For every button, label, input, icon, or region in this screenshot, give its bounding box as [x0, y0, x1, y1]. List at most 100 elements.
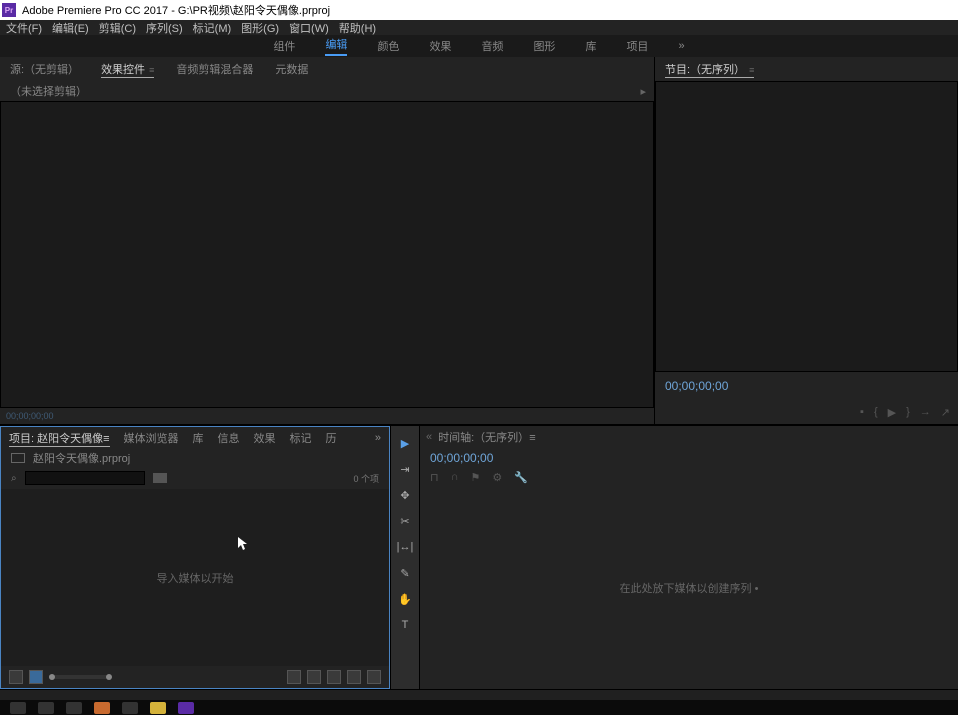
export-frame-button[interactable]: ↗ — [941, 406, 950, 419]
project-bin-body[interactable]: 导入媒体以开始 — [1, 489, 389, 666]
timeline-prev-icon[interactable]: « — [426, 431, 432, 443]
selection-tool[interactable]: ▶ — [396, 434, 414, 452]
project-tabs-more[interactable]: » — [375, 432, 381, 444]
close-icon[interactable]: ≡ — [749, 65, 754, 75]
program-tabs: 节目:（无序列）≡ — [655, 57, 958, 81]
tab-media-browser[interactable]: 媒体浏览器 — [124, 430, 179, 446]
import-placeholder: 导入媒体以开始 — [157, 570, 234, 586]
new-item-button[interactable] — [347, 670, 361, 684]
workspace-audio[interactable]: 音频 — [481, 38, 503, 54]
menu-marker[interactable]: 标记(M) — [193, 20, 232, 36]
workspace-bar: 组件 编辑 颜色 效果 音频 图形 库 项目 » — [0, 35, 958, 57]
workspace-more[interactable]: » — [678, 40, 684, 52]
timeline-body[interactable]: 在此处放下媒体以创建序列 • — [420, 486, 958, 689]
program-monitor[interactable] — [655, 81, 958, 372]
taskbar-icon[interactable] — [38, 702, 54, 714]
taskbar-icon[interactable] — [150, 702, 166, 714]
ripple-edit-tool[interactable]: ✥ — [396, 486, 414, 504]
workspace-project[interactable]: 项目 — [626, 38, 648, 54]
tab-info[interactable]: 信息 — [218, 430, 240, 446]
program-timecode[interactable]: 00;00;00;00 — [655, 372, 958, 400]
mark-in-button[interactable]: ▪ — [860, 406, 864, 418]
tab-history[interactable]: 历 — [326, 430, 337, 446]
project-panel: 项目: 赵阳令天偶像≡ 媒体浏览器 库 信息 效果 标记 历 » 赵阳令天偶像.… — [0, 426, 390, 689]
tab-effects[interactable]: 效果 — [254, 430, 276, 446]
menu-bar: 文件(F) 编辑(E) 剪辑(C) 序列(S) 标记(M) 图形(G) 窗口(W… — [0, 20, 958, 35]
mouse-cursor-icon — [238, 537, 248, 551]
menu-sequence[interactable]: 序列(S) — [146, 20, 183, 36]
find-button[interactable] — [307, 670, 321, 684]
mark-out-button[interactable]: → — [920, 406, 931, 418]
pen-tool[interactable]: ✎ — [396, 564, 414, 582]
tab-source[interactable]: 源:（无剪辑） — [10, 61, 79, 77]
auto-sequence-button[interactable] — [287, 670, 301, 684]
step-back-button[interactable]: { — [874, 406, 878, 418]
effect-controls-body[interactable] — [0, 101, 654, 408]
workspace-effects[interactable]: 效果 — [429, 38, 451, 54]
panel-menu-icon[interactable]: ▸ — [640, 85, 646, 98]
menu-graphics[interactable]: 图形(G) — [241, 20, 279, 36]
workspace-graphics[interactable]: 图形 — [533, 38, 555, 54]
step-forward-button[interactable]: } — [906, 406, 910, 418]
project-file-row: 赵阳令天偶像.prproj — [1, 449, 389, 467]
tab-library[interactable]: 库 — [193, 430, 204, 446]
icon-view-button[interactable] — [29, 670, 43, 684]
taskbar-icon[interactable] — [122, 702, 138, 714]
new-bin-button[interactable] — [327, 670, 341, 684]
timeline-panel: « 时间轴:（无序列）≡ 00;00;00;00 ⊓ ∩ ⚑ ⚙ 🔧 在此处放下… — [420, 426, 958, 689]
taskbar-icon[interactable] — [10, 702, 26, 714]
tab-metadata[interactable]: 元数据 — [275, 61, 308, 77]
bin-icon — [11, 453, 25, 463]
type-tool[interactable]: T — [396, 616, 414, 634]
play-button[interactable]: ▶ — [888, 406, 896, 419]
taskbar-icon[interactable] — [178, 702, 194, 714]
search-icon[interactable]: ⌕ — [11, 473, 17, 484]
tab-program[interactable]: 节目:（无序列）≡ — [665, 61, 754, 78]
close-icon[interactable]: ≡ — [103, 433, 109, 445]
timeline-timecode[interactable]: 00;00;00;00 — [420, 448, 958, 468]
razor-tool[interactable]: ✂ — [396, 512, 414, 530]
marker-icon[interactable]: ⚑ — [471, 471, 481, 484]
tab-timeline[interactable]: 时间轴:（无序列）≡ — [438, 429, 535, 445]
no-clip-label: （未选择剪辑） — [10, 83, 87, 99]
tab-effect-controls[interactable]: 效果控件≡ — [101, 61, 154, 78]
menu-help[interactable]: 帮助(H) — [339, 20, 376, 36]
project-footer — [1, 666, 389, 688]
taskbar-icon[interactable] — [66, 702, 82, 714]
workspace-color[interactable]: 颜色 — [377, 38, 399, 54]
tab-project[interactable]: 项目: 赵阳令天偶像≡ — [9, 430, 110, 447]
menu-clip[interactable]: 剪辑(C) — [99, 20, 136, 36]
effect-controls-subheader: （未选择剪辑） ▸ — [0, 81, 654, 101]
taskbar-icon[interactable] — [94, 702, 110, 714]
slip-tool[interactable]: |↔| — [396, 538, 414, 556]
menu-window[interactable]: 窗口(W) — [289, 20, 329, 36]
tab-markers[interactable]: 标记 — [290, 430, 312, 446]
list-view-button[interactable] — [9, 670, 23, 684]
delete-button[interactable] — [367, 670, 381, 684]
program-transport-controls: ▪ { ▶ } → ↗ — [655, 400, 958, 424]
workspace-lib[interactable]: 库 — [585, 38, 596, 54]
filter-bin-icon[interactable] — [153, 473, 167, 483]
workspace-assembly[interactable]: 组件 — [273, 38, 295, 54]
close-icon[interactable]: ≡ — [149, 65, 154, 75]
item-count: 0 个项 — [353, 472, 379, 485]
search-input[interactable] — [25, 471, 145, 485]
program-panel: 节目:（无序列）≡ 00;00;00;00 ▪ { ▶ } → ↗ — [655, 57, 958, 424]
wrench-icon[interactable]: 🔧 — [514, 471, 528, 484]
menu-file[interactable]: 文件(F) — [6, 20, 42, 36]
track-select-tool[interactable]: ⇥ — [396, 460, 414, 478]
snap-icon[interactable]: ⊓ — [430, 471, 439, 484]
zoom-slider[interactable] — [49, 675, 109, 679]
timeline-placeholder: 在此处放下媒体以创建序列 • — [620, 580, 759, 596]
upper-panels: 源:（无剪辑） 效果控件≡ 音频剪辑混合器 元数据 （未选择剪辑） ▸ 00;0… — [0, 57, 958, 424]
project-search-row: ⌕ 0 个项 — [1, 467, 389, 489]
close-icon[interactable]: ≡ — [529, 432, 535, 444]
lower-panels: 项目: 赵阳令天偶像≡ 媒体浏览器 库 信息 效果 标记 历 » 赵阳令天偶像.… — [0, 424, 958, 689]
tab-audio-mixer[interactable]: 音频剪辑混合器 — [176, 61, 253, 77]
menu-edit[interactable]: 编辑(E) — [52, 20, 89, 36]
hand-tool[interactable]: ✋ — [396, 590, 414, 608]
project-file-name: 赵阳令天偶像.prproj — [33, 450, 130, 466]
settings-icon[interactable]: ⚙ — [492, 471, 502, 484]
link-icon[interactable]: ∩ — [451, 471, 459, 483]
workspace-editing[interactable]: 编辑 — [325, 36, 347, 56]
